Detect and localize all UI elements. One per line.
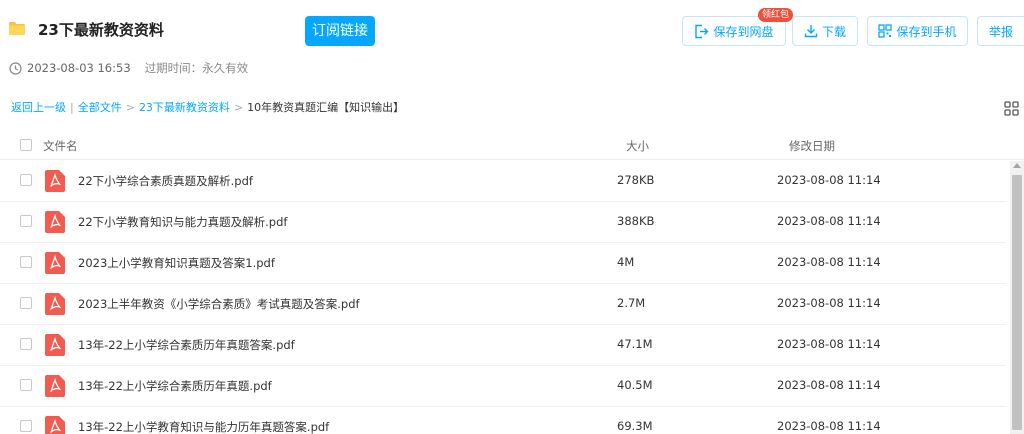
report-button[interactable]: 举报 — [977, 16, 1024, 46]
file-date: 2023-08-08 11:14 — [777, 419, 881, 433]
save-to-disk-icon — [695, 24, 709, 38]
download-label: 下载 — [821, 24, 846, 39]
file-list-header: 文件名 大小 修改日期 — [0, 130, 1024, 160]
file-checkbox[interactable] — [20, 379, 32, 391]
file-checkbox[interactable] — [20, 297, 32, 309]
scrollbar-thumb[interactable] — [1012, 175, 1022, 430]
file-date: 2023-08-08 11:14 — [777, 378, 881, 392]
file-row[interactable]: 13年-22上小学综合素质历年真题答案.pdf 47.1M 2023-08-08… — [0, 325, 1006, 366]
pdf-file-icon — [45, 334, 65, 356]
download-button[interactable]: 下载 — [792, 16, 858, 46]
save-to-phone-label: 保存到手机 — [896, 24, 957, 39]
breadcrumb: 返回上一级 | 全部文件 > 23下最新教资资料 > 10年教资真题汇编【知识输… — [11, 101, 404, 115]
red-packet-badge[interactable]: 领红包 — [758, 8, 794, 22]
pdf-file-icon — [45, 375, 65, 397]
breadcrumb-folder-link[interactable]: 23下最新教资资料 — [139, 101, 230, 115]
file-name[interactable]: 2023上半年教资《小学综合素质》考试真题及答案.pdf — [78, 296, 360, 312]
file-list: 22下小学综合素质真题及解析.pdf 278KB 2023-08-08 11:1… — [0, 161, 1006, 434]
file-name[interactable]: 13年-22上小学综合素质历年真题.pdf — [78, 378, 272, 394]
pdf-file-icon — [45, 293, 65, 315]
file-size: 40.5M — [617, 378, 653, 392]
file-name[interactable]: 22下小学教育知识与能力真题及解析.pdf — [78, 214, 287, 230]
share-meta: 2023-08-03 16:53 过期时间：永久有效 — [9, 61, 248, 75]
file-name[interactable]: 22下小学综合素质真题及解析.pdf — [78, 173, 253, 189]
file-date: 2023-08-08 11:14 — [777, 214, 881, 228]
save-to-phone-button[interactable]: 保存到手机 — [867, 16, 968, 46]
breadcrumb-back-link[interactable]: 返回上一级 — [11, 101, 66, 115]
file-date: 2023-08-08 11:14 — [777, 296, 881, 310]
file-checkbox[interactable] — [20, 256, 32, 268]
pdf-file-icon — [45, 252, 65, 274]
file-checkbox[interactable] — [20, 215, 32, 227]
clock-icon — [9, 61, 22, 75]
file-date: 2023-08-08 11:14 — [777, 173, 881, 187]
breadcrumb-separator: | — [70, 101, 74, 114]
pdf-file-icon — [45, 170, 65, 192]
breadcrumb-all-files-link[interactable]: 全部文件 — [78, 101, 122, 115]
column-size-header[interactable]: 大小 — [626, 138, 649, 154]
subscribe-button[interactable]: 订阅链接 — [305, 16, 375, 46]
folder-icon — [9, 22, 25, 35]
file-checkbox[interactable] — [20, 420, 32, 432]
page-title: 23下最新教资资料 — [38, 21, 164, 39]
file-checkbox[interactable] — [20, 174, 32, 186]
column-name-header[interactable]: 文件名 — [43, 138, 78, 154]
file-row[interactable]: 22下小学教育知识与能力真题及解析.pdf 388KB 2023-08-08 1… — [0, 202, 1006, 243]
file-checkbox[interactable] — [20, 338, 32, 350]
breadcrumb-separator: > — [125, 101, 135, 114]
file-date: 2023-08-08 11:14 — [777, 337, 881, 351]
file-row[interactable]: 13年-22上小学教育知识与能力历年真题答案.pdf 69.3M 2023-08… — [0, 407, 1006, 434]
file-row[interactable]: 13年-22上小学综合素质历年真题.pdf 40.5M 2023-08-08 1… — [0, 366, 1006, 407]
share-time: 2023-08-03 16:53 — [27, 61, 131, 75]
download-icon — [804, 25, 818, 38]
grid-view-icon[interactable] — [1004, 101, 1019, 116]
pdf-file-icon — [45, 211, 65, 233]
file-list-scrollbar[interactable] — [1010, 161, 1024, 434]
file-row[interactable]: 2023上半年教资《小学综合素质》考试真题及答案.pdf 2.7M 2023-0… — [0, 284, 1006, 325]
share-header: 23下最新教资资料 订阅链接 保存到网盘 领红包 下载 保存到手机 举报 — [0, 0, 1024, 92]
scroll-up-arrow-icon[interactable] — [1013, 163, 1021, 168]
file-size: 278KB — [617, 173, 655, 187]
breadcrumb-separator: > — [233, 101, 244, 114]
column-date-header[interactable]: 修改日期 — [789, 138, 835, 154]
pdf-file-icon — [45, 416, 65, 434]
file-size: 4M — [617, 255, 635, 269]
breadcrumb-current: 10年教资真题汇编【知识输出】 — [247, 101, 405, 114]
expire-time: 过期时间：永久有效 — [144, 61, 249, 75]
file-size: 2.7M — [617, 296, 646, 310]
save-to-disk-label: 保存到网盘 — [713, 24, 774, 39]
file-name[interactable]: 13年-22上小学综合素质历年真题答案.pdf — [78, 337, 295, 353]
qr-code-icon — [878, 24, 893, 38]
file-size: 69.3M — [617, 419, 653, 433]
file-row[interactable]: 2023上小学教育知识真题及答案1.pdf 4M 2023-08-08 11:1… — [0, 243, 1006, 284]
file-name[interactable]: 13年-22上小学教育知识与能力历年真题答案.pdf — [78, 419, 329, 434]
file-name[interactable]: 2023上小学教育知识真题及答案1.pdf — [78, 255, 275, 271]
file-size: 47.1M — [617, 337, 653, 351]
file-date: 2023-08-08 11:14 — [777, 255, 881, 269]
file-size: 388KB — [617, 214, 655, 228]
file-row[interactable]: 22下小学综合素质真题及解析.pdf 278KB 2023-08-08 11:1… — [0, 161, 1006, 202]
select-all-checkbox[interactable] — [20, 139, 32, 151]
